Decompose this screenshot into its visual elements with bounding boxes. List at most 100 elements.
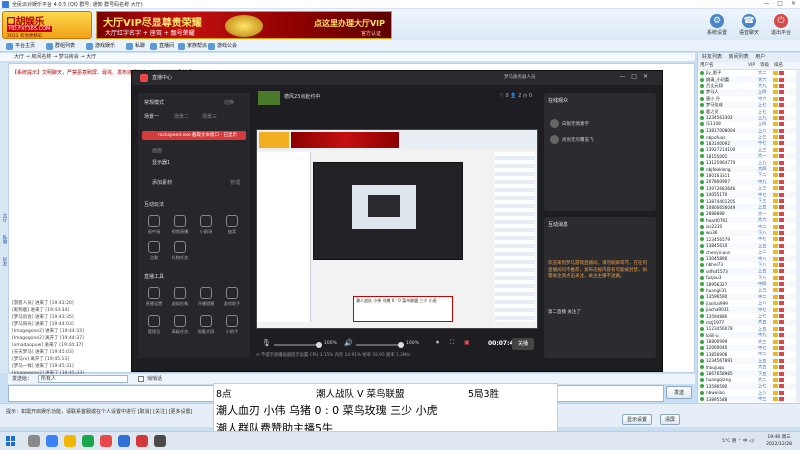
scene-tab-3[interactable]: 场景三 (202, 113, 217, 120)
tab-friends[interactable]: 好友列表 (702, 54, 722, 60)
toolbar-family[interactable]: 家族帮派 (178, 42, 207, 51)
tool-pip[interactable]: 画中画 (142, 215, 166, 235)
user-status-icon (700, 205, 704, 210)
mic-volume-slider[interactable] (274, 344, 320, 346)
badge-icon (773, 211, 778, 216)
system-tray[interactable]: 5°C 阴 ⌃ 中 ◁) (722, 438, 754, 444)
media-icon[interactable] (154, 435, 166, 447)
tool-game-assist[interactable]: 游戏助手 (220, 287, 244, 307)
edge-browser-icon[interactable] (46, 435, 58, 447)
folder-icon[interactable] (64, 435, 76, 447)
studio-window-controls[interactable]: —□✕ (619, 73, 654, 80)
user-name: mzj1977 (706, 319, 725, 325)
tool-theater[interactable]: 小剧场 (194, 215, 218, 235)
side-tab-friends[interactable]: 好友 (1, 257, 7, 266)
flag-icon (779, 147, 784, 152)
tool-lottery[interactable]: 抽奖 (220, 215, 244, 235)
user-row[interactable]: 13895588 中三 (698, 395, 800, 403)
tab-rooms[interactable]: 房间列表 (729, 54, 749, 60)
user-list-scrollbar[interactable] (796, 70, 800, 403)
exit-platform-button[interactable]: ⏻ 退出平台 (768, 14, 794, 40)
record-icon[interactable]: ⏺ (436, 339, 439, 347)
col-vip[interactable]: VIP (746, 62, 758, 69)
col-level[interactable]: 等级 (758, 62, 772, 69)
voice-chat-button[interactable]: ☎ 语音聊天 (736, 14, 762, 40)
side-tab-hall[interactable]: 大厅 (1, 213, 7, 222)
viewer-item[interactable]: 尚尚无尽覆盖飞 (550, 135, 594, 144)
badge-icon (773, 345, 778, 350)
tool-video-live[interactable]: 视频直播 (168, 215, 192, 235)
live-app-icon[interactable] (100, 435, 112, 447)
whisper-checkbox[interactable] (138, 376, 144, 382)
speaker-volume-slider[interactable] (356, 344, 402, 346)
camera-source[interactable]: 画面 (152, 147, 162, 154)
tool-big-screen[interactable]: 观看大屏 (194, 315, 218, 335)
side-tab-private[interactable]: 私聊 (1, 235, 7, 244)
scene-tab-2[interactable]: 场景二 (174, 113, 189, 120)
tool-avatar[interactable]: 虚拟形象 (168, 287, 192, 307)
badge-icon (773, 288, 778, 293)
stop-live-button[interactable]: 关播 (512, 338, 534, 350)
search-icon[interactable] (28, 435, 40, 447)
toolbar-private-chat[interactable]: 私聊 (126, 42, 145, 51)
minimize-button[interactable]: — (763, 0, 769, 7)
viewer-item[interactable]: 白银无情素字 (550, 119, 589, 128)
tool-helper[interactable]: 小助手 (220, 315, 244, 335)
mode-switch[interactable]: 切换 (224, 99, 234, 106)
toolbar-games[interactable]: 游戏娱乐 (86, 42, 115, 51)
mic-icon[interactable]: 🎙 (262, 339, 271, 347)
manage-source-button[interactable]: 管理 (230, 179, 240, 186)
col-username[interactable]: 用户名 (698, 62, 746, 69)
mode-label[interactable]: 常规模式 (144, 99, 164, 106)
flag-icon (779, 167, 784, 172)
user-status-icon (700, 71, 704, 76)
flag-icon (779, 83, 784, 88)
display-source[interactable]: 显示器1 (152, 159, 170, 166)
tool-live-settings[interactable]: 直播设置 (142, 287, 166, 307)
user-name: 180163311 (706, 172, 730, 178)
user-rank: 中七 (758, 236, 767, 242)
streamer-avatar[interactable] (258, 91, 280, 105)
flag-icon (779, 282, 784, 287)
tool-song-request[interactable]: 点歌 (142, 241, 166, 261)
stream-preview[interactable]: 潮人战队 小伟 乌猪 0 : 0 菜鸟联盟 三少 小虎 (256, 129, 538, 329)
badge-icon (773, 218, 778, 223)
toolbar-guild[interactable]: 游戏公会 (208, 42, 237, 51)
screenshot-icon[interactable]: ⛶ (450, 339, 454, 347)
toolbar-groups[interactable]: 群组列表 (46, 42, 75, 51)
taskbar-clock[interactable]: 19:46 周三 2022/12/28 (766, 434, 792, 448)
clear-screen-button[interactable]: 清屏 (660, 414, 681, 425)
camera-icon[interactable]: ▣ (464, 339, 470, 346)
start-button[interactable] (6, 436, 16, 446)
toolbar-live[interactable]: 直播间 (150, 42, 174, 51)
close-button[interactable]: ✕ (791, 0, 796, 7)
send-button[interactable]: 发送 (666, 386, 692, 399)
display-settings-button[interactable]: 显示设置 (622, 414, 653, 425)
tool-gift-task[interactable]: 礼物任务 (168, 241, 192, 261)
platform-logo[interactable]: 口胡娱乐 HD.FXT365.COM 2013 有你更精彩 (2, 11, 92, 39)
scene-tab-1[interactable]: 场景一 (144, 113, 159, 120)
send-target-select[interactable]: 所有人 (38, 375, 128, 383)
maximize-button[interactable]: □ (777, 0, 783, 7)
tool-live-reminder[interactable]: 开播提醒 (194, 287, 218, 307)
toolbar-home[interactable]: 平台主页 (6, 42, 35, 51)
qq-icon[interactable] (118, 435, 130, 447)
tool-advanced-task[interactable]: 高级任务 (168, 315, 192, 335)
user-rank: 中七 (758, 344, 767, 350)
speaker-volume-knob[interactable] (398, 342, 404, 348)
badge-icon (773, 160, 778, 165)
tool-admin[interactable]: 管理员 (142, 315, 166, 335)
add-source-button[interactable]: 添加素材 (152, 179, 172, 186)
tab-users[interactable]: 用户 (755, 54, 765, 60)
system-settings-button[interactable]: ⚙ 系统设置 (704, 14, 730, 40)
log-entry: [梦马房会] 进来了 [19:43:35] (12, 315, 74, 320)
speaker-icon[interactable]: 🔊 (344, 339, 353, 347)
active-source-item[interactable]: rockspeed.exe 截取文本窗口 - 已显示 (142, 131, 246, 140)
party-app-icon[interactable] (136, 435, 148, 447)
badge-icon (773, 135, 778, 140)
mic-volume-knob[interactable] (316, 342, 322, 348)
wechat-icon[interactable] (82, 435, 94, 447)
user-status-icon (700, 256, 704, 261)
vip-banner[interactable]: 大厅VIP尽显尊贵荣耀 大厅红字名字 + 座驾 + 靓号荣耀 点这里办理大厅VI… (96, 11, 392, 39)
col-rank[interactable]: 排名 (772, 62, 783, 69)
